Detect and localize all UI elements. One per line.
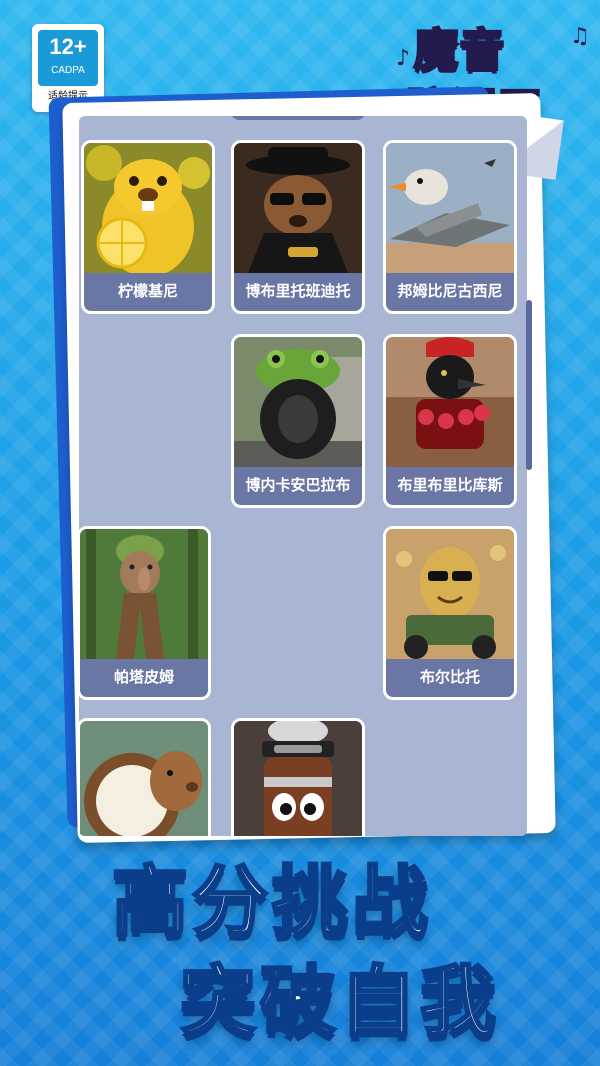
gladiator-crow-icon xyxy=(386,337,514,467)
music-note-icon: ♪ xyxy=(396,46,411,71)
character-card[interactable]: 柠檬基尼 xyxy=(81,140,215,314)
character-label: 柠檬基尼 xyxy=(117,282,178,300)
character-label: 博布里托班迪托 xyxy=(245,282,351,300)
headline-line-1: 高分挑战 xyxy=(111,856,432,948)
goose-jet-icon xyxy=(386,143,514,273)
gangster-beaver-icon xyxy=(234,143,362,273)
character-card[interactable]: 帕塔皮姆 xyxy=(79,526,211,700)
character-card[interactable]: 邦姆比尼古西尼 xyxy=(383,140,517,314)
frog-tire-icon xyxy=(234,337,362,467)
character-label: 帕塔皮姆 xyxy=(113,668,174,686)
character-label: 布里布里比库斯 xyxy=(397,476,503,494)
character-card[interactable]: 布里布里比库斯 xyxy=(383,334,517,508)
card-edge xyxy=(231,116,365,120)
character-card[interactable]: 博布里托班迪托 xyxy=(231,140,365,314)
age-rating-box: 12+ CADPA xyxy=(38,30,98,86)
tree-creature-icon xyxy=(80,529,208,659)
potato-tractor-icon xyxy=(386,529,514,659)
logo-line-1: 魔音 xyxy=(413,24,506,78)
character-label: 布尔比托 xyxy=(419,668,480,686)
headline-line-2: 突破自我 xyxy=(179,956,500,1048)
character-card[interactable]: 博内卡安巴拉布 xyxy=(231,334,365,508)
lemon-beaver-icon xyxy=(84,143,212,277)
age-rating-org: CADPA xyxy=(51,65,85,76)
grid-scrollbar[interactable] xyxy=(526,300,532,470)
character-grid[interactable]: 柠檬基尼 博布里托班迪托 邦姆比尼古西尼 博内卡安巴拉布 布里布里比库斯 帕塔皮… xyxy=(79,116,527,836)
age-rating-number: 12+ xyxy=(49,34,87,59)
character-label: 邦姆比尼古西尼 xyxy=(397,282,503,300)
coffee-ninja-icon xyxy=(234,721,362,836)
character-card[interactable]: 布尔比托 xyxy=(383,526,517,700)
music-note-icon: ♫ xyxy=(570,24,590,49)
character-card[interactable] xyxy=(79,718,211,836)
coconut-capybara-icon xyxy=(80,721,208,836)
character-card[interactable] xyxy=(231,718,365,836)
character-label: 博内卡安巴拉布 xyxy=(245,476,351,494)
